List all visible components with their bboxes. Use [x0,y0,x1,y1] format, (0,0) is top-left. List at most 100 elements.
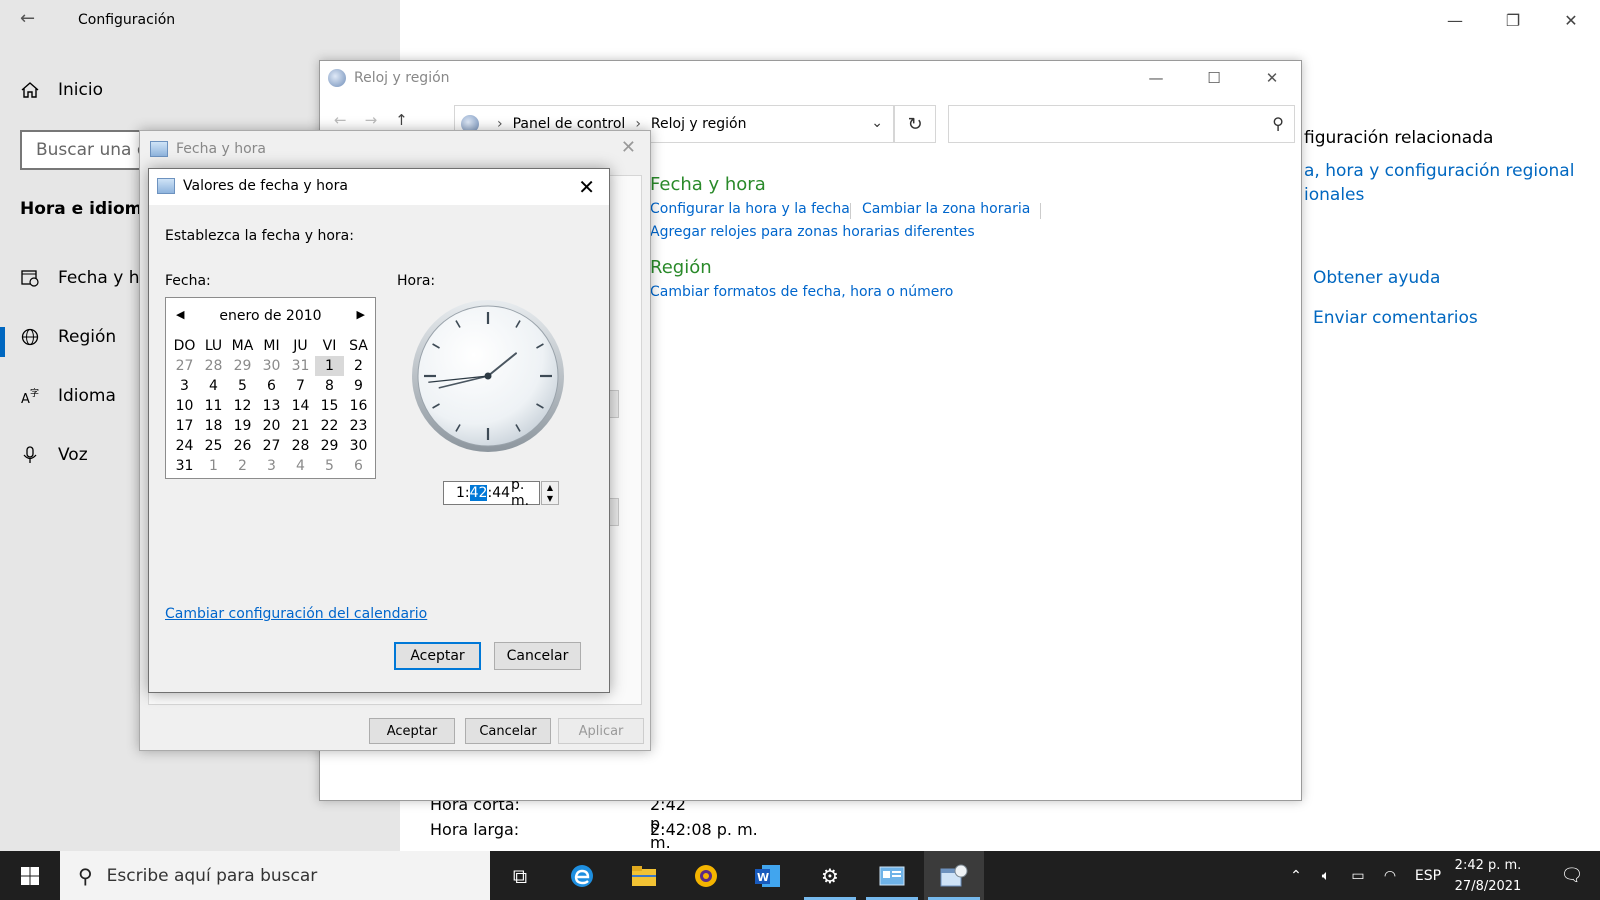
calendar-day[interactable]: 26 [228,436,257,456]
calendar-day[interactable]: 2 [344,356,373,376]
calendar-month[interactable]: enero de 2010 [166,308,375,324]
chevron-down-icon[interactable]: ⌄ [871,115,883,131]
calendar-day[interactable]: 17 [170,416,199,436]
calendar-day[interactable]: 9 [344,376,373,396]
calendar-day[interactable]: 27 [170,356,199,376]
close-icon[interactable]: ✕ [621,137,636,158]
cancel-button[interactable]: Cancelar [494,642,581,670]
cancel-button[interactable]: Cancelar [465,718,551,744]
notification-icon[interactable]: 🗨︎ [1544,851,1600,900]
calendar-day[interactable]: 13 [257,396,286,416]
back-arrow-icon[interactable]: ← [334,111,365,129]
chevron-up-icon[interactable]: ⌃ [1282,868,1310,884]
word-icon[interactable]: W [738,851,798,900]
time-spinner[interactable]: ▲ ▼ [541,481,559,505]
calendar-day[interactable]: 29 [315,436,344,456]
calendar-day[interactable]: 21 [286,416,315,436]
ok-button[interactable]: Aceptar [394,642,481,670]
calendar-day[interactable]: 25 [199,436,228,456]
calendar-day[interactable]: 30 [344,436,373,456]
close-icon[interactable]: ✕ [578,175,595,199]
ok-button[interactable]: Aceptar [369,718,455,744]
calendar-day[interactable]: 18 [199,416,228,436]
link-change-time-zone[interactable]: Cambiar la zona horaria [862,201,1030,217]
feedback-link[interactable]: Enviar comentarios [1313,308,1478,328]
minimize-icon[interactable]: — [1127,61,1185,95]
forward-arrow-icon[interactable]: → [365,111,396,129]
start-button[interactable] [0,851,60,900]
calendar-day-selected[interactable]: 1 [315,356,344,376]
restore-icon[interactable]: ❐ [1484,0,1542,40]
calendar-day[interactable]: 23 [344,416,373,436]
calendar-day[interactable]: 27 [257,436,286,456]
change-calendar-settings-link[interactable]: Cambiar configuración del calendario [165,606,427,622]
apply-button[interactable]: Aplicar [558,718,644,744]
breadcrumb-clock-region[interactable]: Reloj y región [651,116,747,132]
calendar-day[interactable]: 19 [228,416,257,436]
sidebar-item-region[interactable]: Región [20,327,116,347]
battery-icon[interactable]: ▭ [1342,868,1374,884]
heading-date-time[interactable]: Fecha y hora [650,174,766,195]
taskbar-clock[interactable]: 2:42 p. m. 27/8/2021 [1448,855,1528,897]
link-add-clocks[interactable]: Agregar relojes para zonas horarias dife… [650,224,975,240]
spinner-down-icon[interactable]: ▼ [547,494,553,503]
spinner-up-icon[interactable]: ▲ [547,483,553,492]
taskbar-search-input[interactable]: ⚲ Escribe aquí para buscar [60,851,490,900]
calendar-day[interactable]: 29 [228,356,257,376]
calendar-day[interactable]: 3 [257,456,286,476]
calendar-day[interactable]: 6 [257,376,286,396]
link-change-formats[interactable]: Cambiar formatos de fecha, hora o número [650,284,953,300]
calendar-day[interactable]: 31 [170,456,199,476]
language-indicator[interactable]: ESP [1406,868,1450,884]
calendar-day[interactable]: 1 [199,456,228,476]
calendar-day[interactable]: 15 [315,396,344,416]
wifi-icon[interactable]: ◠ [1374,868,1406,884]
related-link-regional[interactable]: a, hora y configuración regional [1304,161,1574,181]
close-icon[interactable]: ✕ [1542,0,1600,40]
date-time-taskbar-icon[interactable] [924,851,984,900]
calendar-day[interactable]: 5 [228,376,257,396]
sidebar-item-language[interactable]: A字 Idioma [20,386,116,406]
up-arrow-icon[interactable]: ↑ [395,111,426,129]
heading-region[interactable]: Región [650,257,712,278]
sidebar-item-home[interactable]: Inicio [20,80,103,100]
next-month-icon[interactable]: ▶ [357,308,365,321]
calendar-day[interactable]: 20 [257,416,286,436]
calendar-day[interactable]: 2 [228,456,257,476]
close-icon[interactable]: ✕ [1243,61,1301,95]
volume-icon[interactable]: 🔈︎ [1310,868,1342,884]
calendar-day[interactable]: 3 [170,376,199,396]
calendar-day[interactable]: 4 [286,456,315,476]
maximize-icon[interactable]: ☐ [1185,61,1243,95]
calendar-day[interactable]: 31 [286,356,315,376]
link-set-time-date[interactable]: Configurar la hora y la fecha [650,201,850,217]
task-view-icon[interactable]: ⧉ [490,851,550,900]
settings-gear-icon[interactable]: ⚙ [800,851,860,900]
calendar-day[interactable]: 4 [199,376,228,396]
calendar-day[interactable]: 7 [286,376,315,396]
calendar-day[interactable]: 22 [315,416,344,436]
calendar-day[interactable]: 10 [170,396,199,416]
back-arrow-icon[interactable]: ← [20,8,35,29]
calendar-day[interactable]: 5 [315,456,344,476]
calendar-day[interactable]: 30 [257,356,286,376]
calendar-day[interactable]: 14 [286,396,315,416]
help-link[interactable]: Obtener ayuda [1313,268,1440,288]
calendar-day[interactable]: 6 [344,456,373,476]
time-input[interactable]: 1:42:44 p. m. [443,477,540,509]
sidebar-item-speech[interactable]: Voz [20,445,88,465]
control-panel-search-input[interactable]: ⚲ [948,105,1295,143]
calendar-day[interactable]: 16 [344,396,373,416]
edge-icon[interactable] [552,851,612,900]
refresh-button[interactable]: ↻ [894,105,936,143]
calendar-day[interactable]: 8 [315,376,344,396]
calendar-day[interactable]: 28 [199,356,228,376]
calendar-day[interactable]: 28 [286,436,315,456]
calendar-day[interactable]: 12 [228,396,257,416]
file-explorer-icon[interactable] [614,851,674,900]
related-link-regional-2[interactable]: ionales [1304,185,1364,205]
sidebar-item-date-time[interactable]: Fecha y ho [20,268,150,288]
calendar-day[interactable]: 24 [170,436,199,456]
calendar-day[interactable]: 11 [199,396,228,416]
control-panel-taskbar-icon[interactable] [862,851,922,900]
